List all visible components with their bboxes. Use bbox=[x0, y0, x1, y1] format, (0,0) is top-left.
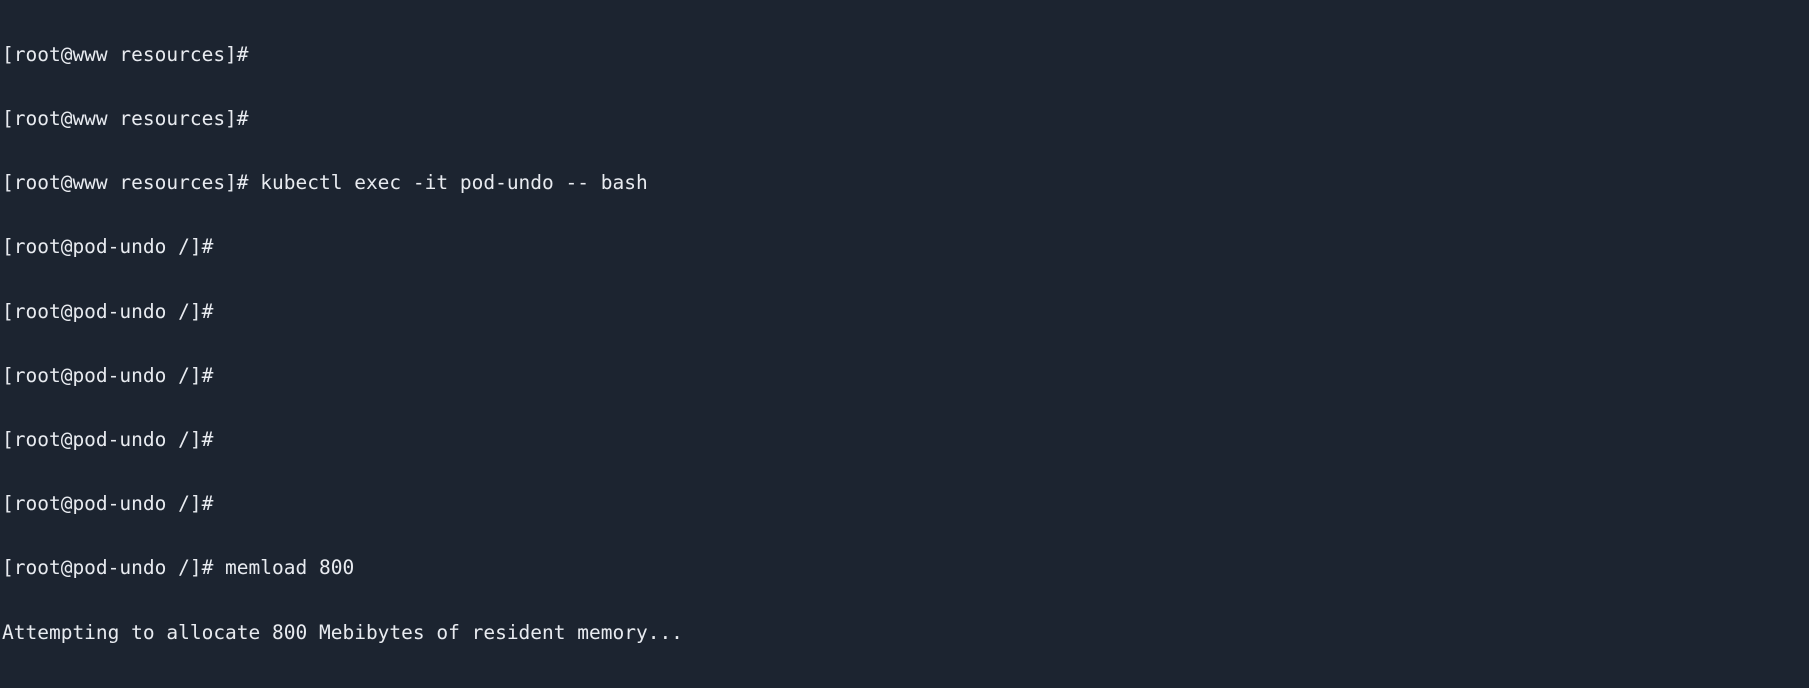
terminal-line: [root@www resources]# bbox=[2, 107, 249, 131]
terminal-line: [root@pod-undo /]# memload 800 bbox=[2, 556, 355, 580]
terminal-line: [root@www resources]# kubectl exec -it p… bbox=[2, 171, 648, 195]
terminal-line: [root@pod-undo /]# bbox=[2, 235, 214, 259]
terminal-line: [root@pod-undo /]# bbox=[2, 299, 214, 323]
terminal-line: [root@www resources]# bbox=[2, 42, 249, 66]
terminal-screen[interactable]: [root@www resources]# [root@www resource… bbox=[2, 1, 1809, 688]
terminal-window[interactable]: [root@www resources]# [root@www resource… bbox=[0, 0, 1809, 688]
terminal-line: [root@pod-undo /]# bbox=[2, 492, 214, 516]
terminal-line: [root@pod-undo /]# bbox=[2, 428, 214, 452]
terminal-line: [root@pod-undo /]# bbox=[2, 363, 214, 387]
terminal-line: Attempting to allocate 800 Mebibytes of … bbox=[2, 620, 683, 644]
